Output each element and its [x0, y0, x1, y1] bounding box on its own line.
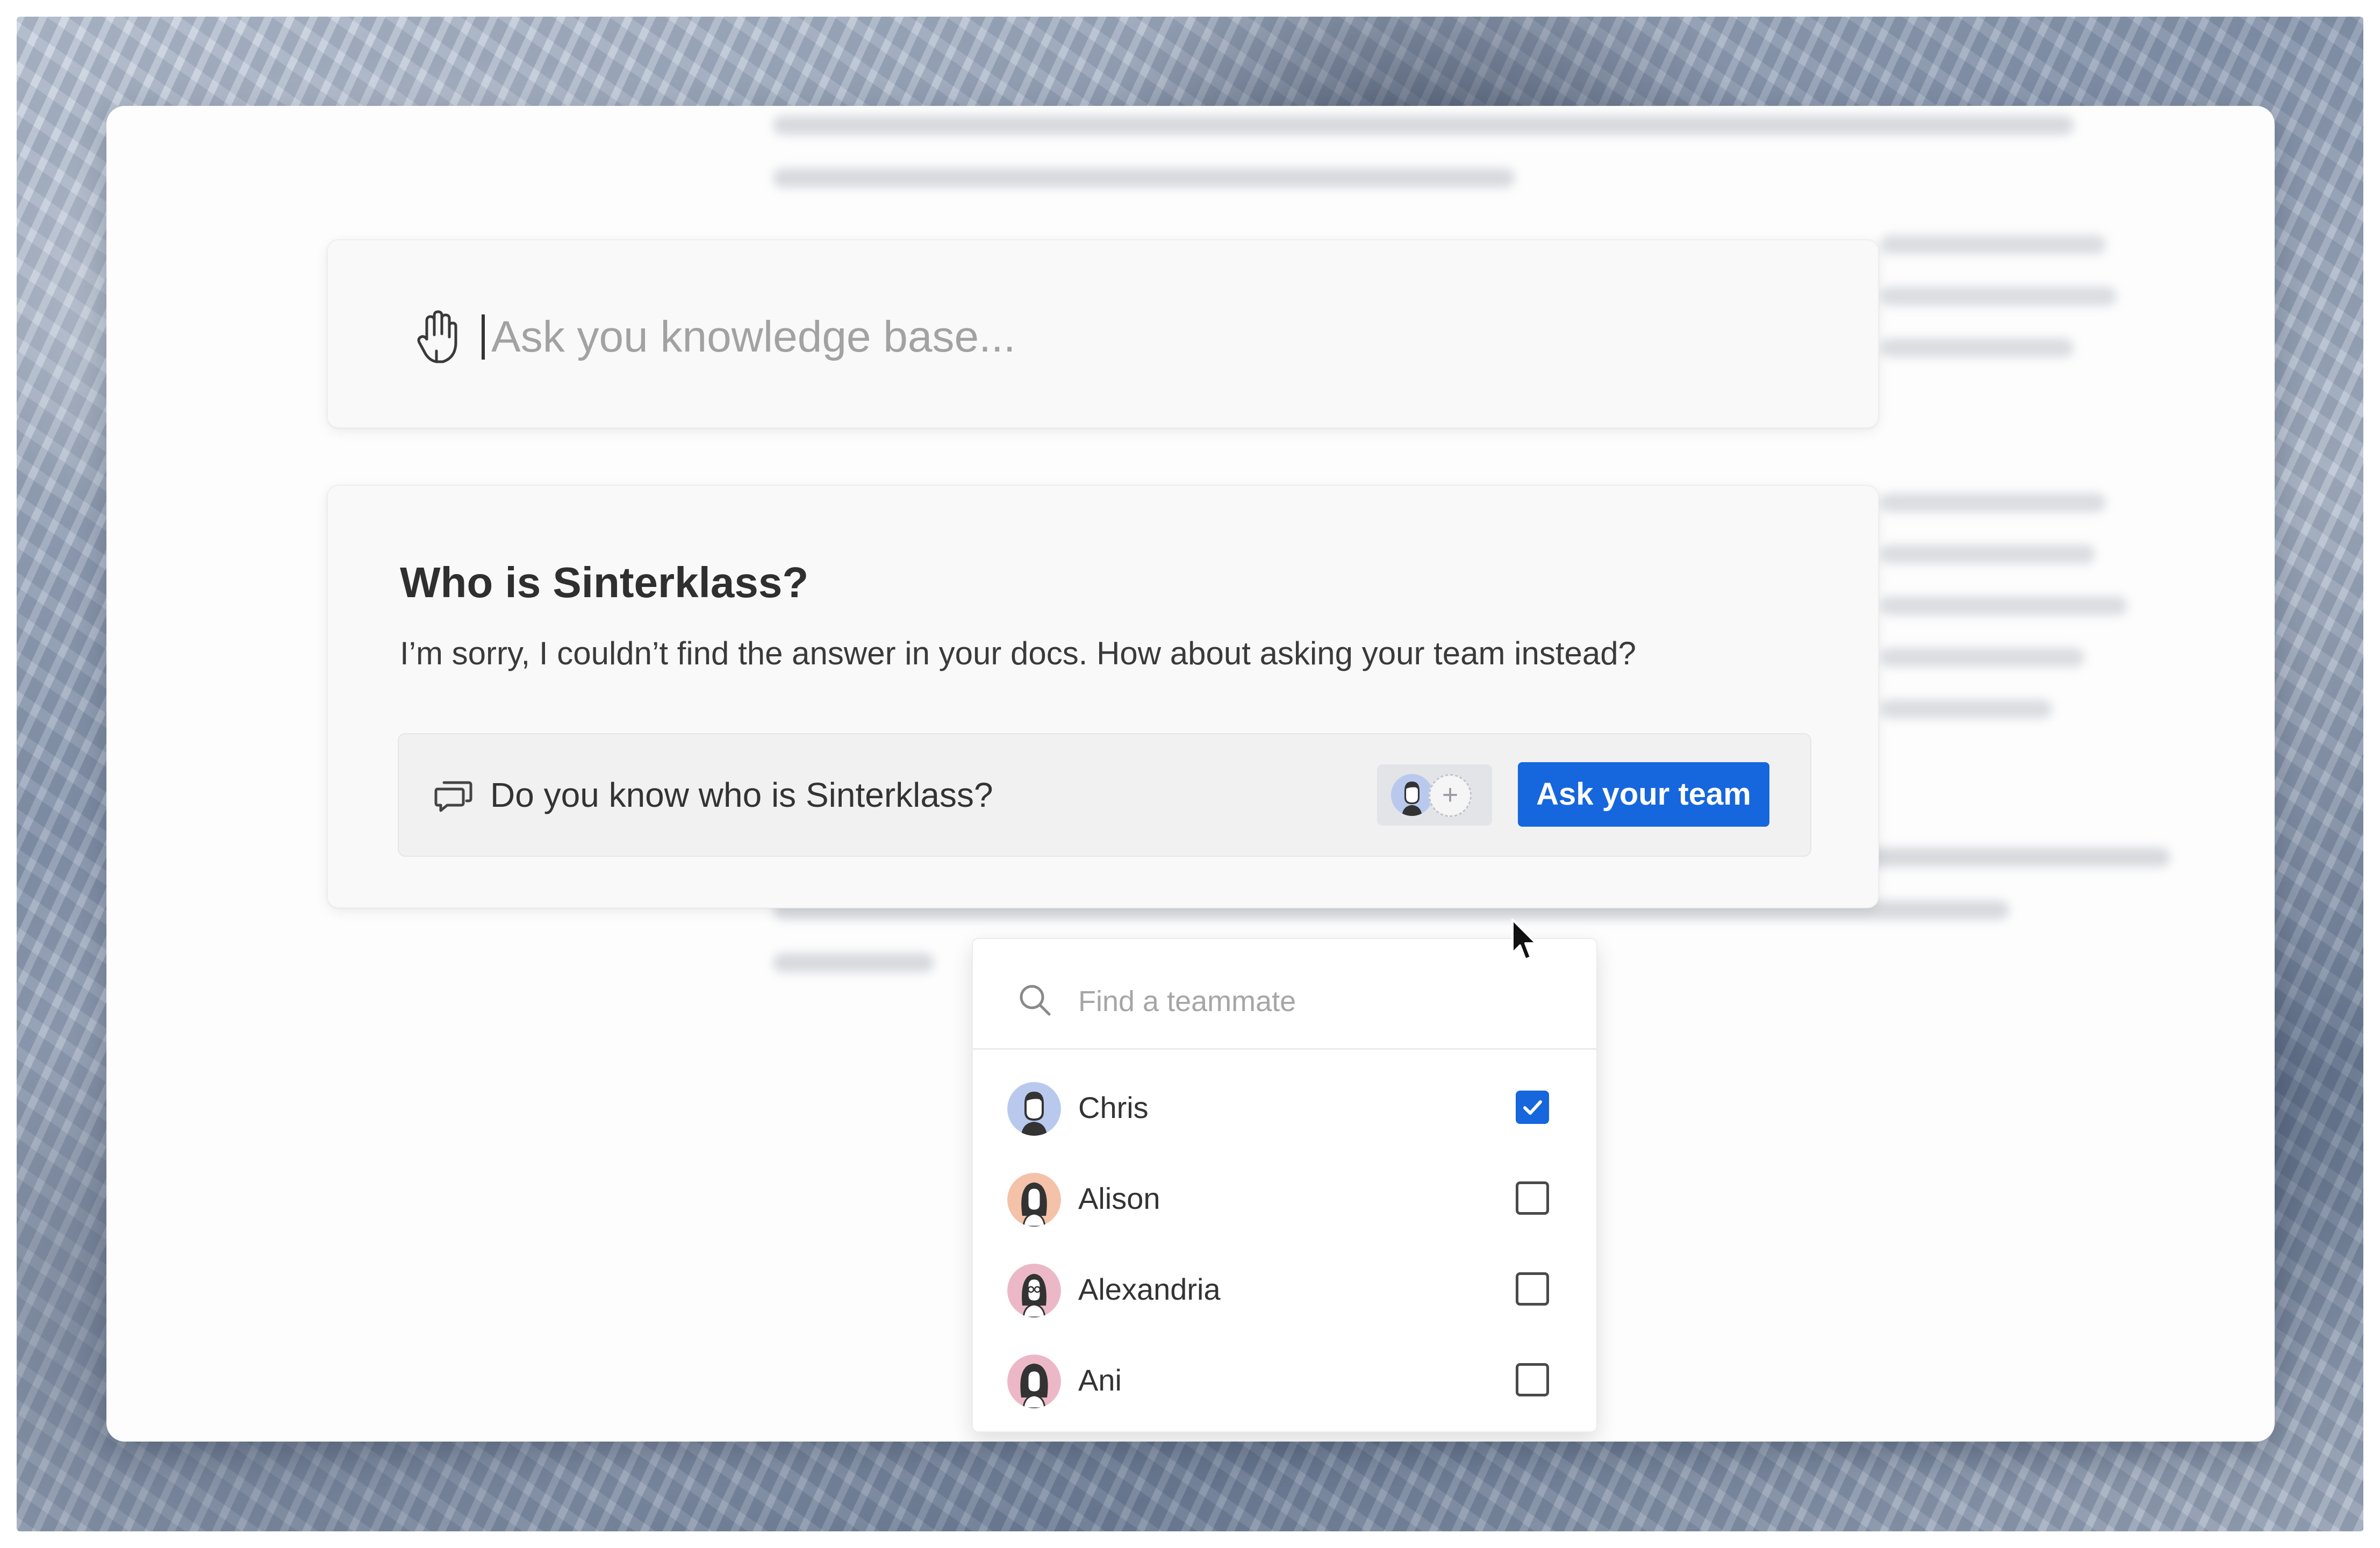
selected-teammates-button[interactable]: + — [1377, 764, 1492, 826]
answer-title: Who is Sinterklass? — [400, 558, 809, 606]
knowledge-base-search-input[interactable]: Ask you knowledge base... — [491, 309, 1015, 365]
blurred-document-background — [773, 116, 2224, 221]
app-window: Ask you knowledge base... Who is Sinterk… — [106, 106, 2275, 1442]
avatar-chris-small — [1391, 774, 1433, 816]
teammate-row-alexandria[interactable]: Alexandria — [973, 1242, 1596, 1332]
answer-message: I’m sorry, I couldn’t find the answer in… — [400, 635, 1637, 671]
add-teammate-button[interactable]: + — [1429, 774, 1472, 817]
mouse-cursor-icon — [1511, 919, 1537, 961]
ask-your-team-button[interactable]: Ask your team — [1518, 762, 1769, 827]
teammate-checkbox-alexandria[interactable] — [1516, 1272, 1549, 1306]
teammate-row-ani[interactable]: Ani — [973, 1333, 1596, 1423]
teammate-search[interactable]: Find a teammate — [973, 939, 1596, 1050]
teammate-row-alison[interactable]: Alison — [973, 1151, 1596, 1242]
teammate-checkbox-chris[interactable] — [1516, 1091, 1549, 1124]
teammate-checkbox-ani[interactable] — [1516, 1363, 1549, 1396]
find-teammate-input[interactable]: Find a teammate — [1078, 984, 1296, 1019]
search-icon — [1020, 985, 1051, 1016]
blurred-document-side-text — [1880, 235, 2203, 390]
teammate-name: Ani — [1078, 1363, 1122, 1397]
hand-icon — [417, 310, 457, 363]
teammate-name: Alison — [1078, 1181, 1160, 1215]
avatar-chris — [1007, 1082, 1061, 1136]
avatar-ani — [1007, 1354, 1061, 1408]
teammate-name: Alexandria — [1078, 1272, 1221, 1306]
chat-bubbles-icon — [434, 781, 472, 812]
question-composer[interactable]: Do you know who is Sinterklass? + Ask yo… — [398, 733, 1811, 857]
teammate-row-chris[interactable]: Chris — [973, 1060, 1596, 1151]
answer-card: Who is Sinterklass? I’m sorry, I couldn’… — [327, 485, 1879, 908]
knowledge-base-search-bar[interactable]: Ask you knowledge base... — [327, 239, 1879, 428]
question-text[interactable]: Do you know who is Sinterklass? — [490, 772, 993, 818]
teammate-checkbox-alison[interactable] — [1516, 1181, 1549, 1215]
teammate-picker-dropdown: Find a teammate Chris Alison Alexandria … — [972, 938, 1597, 1432]
avatar-alison — [1007, 1173, 1061, 1227]
teammate-name: Chris — [1078, 1091, 1149, 1124]
avatar-alexandria — [1007, 1264, 1061, 1317]
text-caret — [482, 314, 485, 360]
blurred-document-side-text-2 — [1880, 493, 2203, 751]
